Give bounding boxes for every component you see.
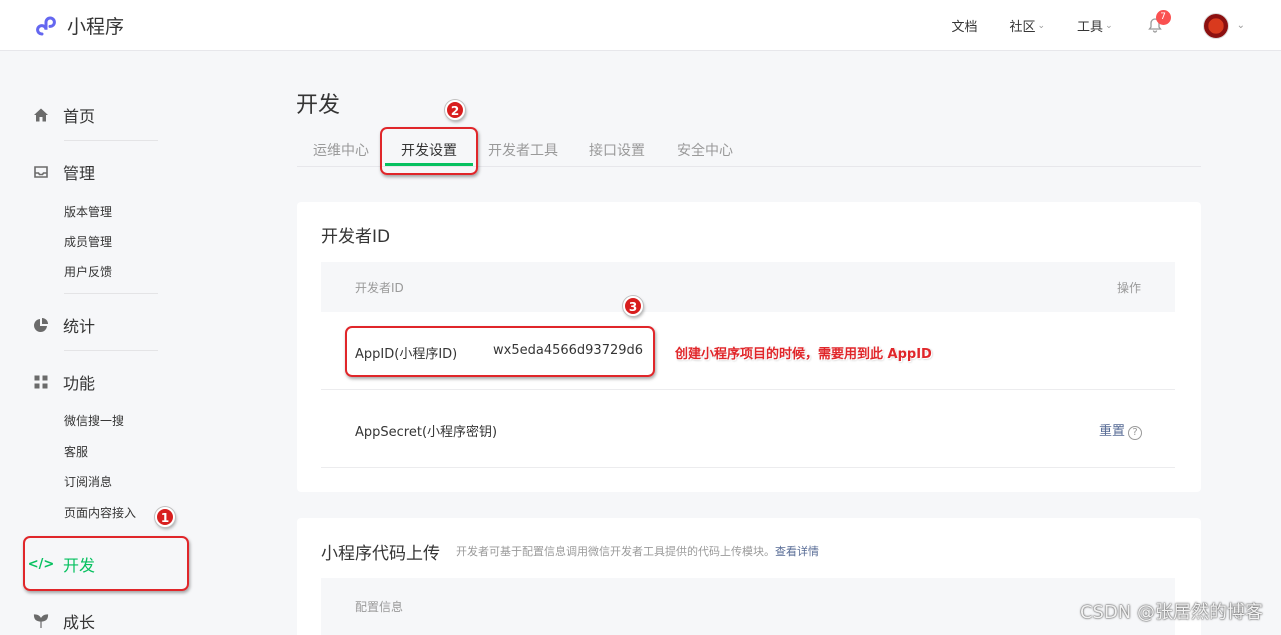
sidebar-item-manage[interactable]: 管理: [33, 160, 95, 184]
tab-dev-tools[interactable]: 开发者工具: [488, 140, 558, 160]
nav-docs-label: 文档: [951, 20, 978, 35]
appsecret-label: AppSecret(小程序密钥): [355, 425, 498, 440]
code-upload-card: 小程序代码上传 开发者可基于配置信息调用微信开发者工具提供的代码上传模块。查看详…: [297, 518, 1201, 635]
grid-icon: [33, 374, 49, 390]
sidebar-item-label: 管理: [63, 164, 96, 183]
nav-community[interactable]: 社区 ⌄: [1009, 16, 1045, 35]
sidebar-subitem-version[interactable]: 版本管理: [64, 203, 112, 220]
tab-ops-center[interactable]: 运维中心: [313, 140, 369, 160]
sidebar-item-features[interactable]: 功能: [33, 370, 95, 394]
sidebar-subitem-search[interactable]: 微信搜一搜: [64, 412, 124, 429]
tab-api-settings[interactable]: 接口设置: [589, 140, 645, 160]
reset-link[interactable]: 重置: [1099, 424, 1125, 439]
avatar[interactable]: [1202, 12, 1229, 39]
chevron-down-icon: ⌄: [1105, 20, 1113, 31]
sidebar-item-label: 成长: [63, 613, 96, 632]
home-icon: [33, 107, 49, 123]
app-title: 小程序: [67, 16, 125, 38]
annotation-box-develop: [23, 536, 189, 591]
nav-docs[interactable]: 文档: [951, 16, 977, 35]
sidebar-item-label: 功能: [63, 374, 96, 393]
annotation-box-tab: [380, 127, 478, 175]
divider: [64, 293, 158, 294]
divider: [64, 350, 158, 351]
nav-tools[interactable]: 工具 ⌄: [1077, 16, 1113, 35]
sidebar-item-stats[interactable]: 统计: [33, 313, 95, 337]
column-header-config: 配置信息: [355, 600, 404, 614]
notifications-button[interactable]: 7: [1147, 9, 1171, 35]
sidebar-subitem-service[interactable]: 客服: [64, 443, 88, 460]
annotation-step-2: 2: [445, 100, 465, 120]
card-title: 开发者ID: [321, 227, 391, 247]
reset-action: 重置?: [1099, 420, 1143, 440]
sidebar-subitem-subscribe[interactable]: 订阅消息: [64, 473, 112, 490]
logo[interactable]: 小程序: [33, 12, 124, 39]
pie-chart-icon: [33, 317, 49, 333]
sidebar-item-home[interactable]: 首页: [33, 103, 95, 127]
watermark: CSDN @张居然的博客: [1079, 602, 1263, 623]
tab-security-center[interactable]: 安全中心: [677, 140, 733, 160]
sidebar-item-label: 统计: [63, 317, 96, 336]
row-divider: [321, 467, 1175, 468]
table-header: 开发者ID 操作: [321, 262, 1175, 312]
description-text: 开发者可基于配置信息调用微信开发者工具提供的代码上传模块。: [456, 545, 775, 558]
sidebar-subitem-members[interactable]: 成员管理: [64, 233, 112, 250]
nav-tools-label: 工具: [1077, 20, 1104, 35]
sidebar-subitem-page-content[interactable]: 页面内容接入: [64, 504, 136, 521]
page-title: 开发: [296, 93, 341, 118]
view-details-link[interactable]: 查看详情: [775, 545, 819, 558]
sidebar-item-label: 首页: [63, 107, 96, 126]
annotation-step-3: 3: [623, 296, 643, 316]
annotation-step-1: 1: [155, 507, 175, 527]
top-nav: 文档 社区 ⌄ 工具 ⌄ 7 ⌄: [919, 0, 1245, 51]
sprout-icon: [33, 613, 49, 629]
mini-program-logo-icon: [36, 16, 56, 35]
nav-community-label: 社区: [1009, 20, 1036, 35]
chevron-down-icon: ⌄: [1037, 20, 1046, 31]
table-header: 配置信息: [321, 578, 1175, 635]
sidebar-subitem-feedback[interactable]: 用户反馈: [64, 263, 112, 280]
column-header-action: 操作: [1116, 281, 1141, 295]
card-title: 小程序代码上传: [321, 544, 440, 564]
top-bar: 小程序 文档 社区 ⌄ 工具 ⌄ 7 ⌄: [0, 0, 1281, 51]
divider: [64, 140, 158, 141]
annotation-box-appid: [345, 326, 655, 377]
annotation-note: 创建小程序项目的时候，需要用到此 AppID: [675, 347, 932, 362]
notification-badge: 7: [1155, 9, 1171, 25]
inbox-icon: [33, 164, 49, 180]
card-description: 开发者可基于配置信息调用微信开发者工具提供的代码上传模块。查看详情: [456, 543, 819, 559]
help-icon[interactable]: ?: [1128, 426, 1143, 440]
column-header-id: 开发者ID: [355, 281, 404, 295]
chevron-down-icon[interactable]: ⌄: [1237, 20, 1245, 31]
sidebar-item-growth[interactable]: 成长: [33, 609, 95, 633]
row-divider: [321, 389, 1175, 390]
